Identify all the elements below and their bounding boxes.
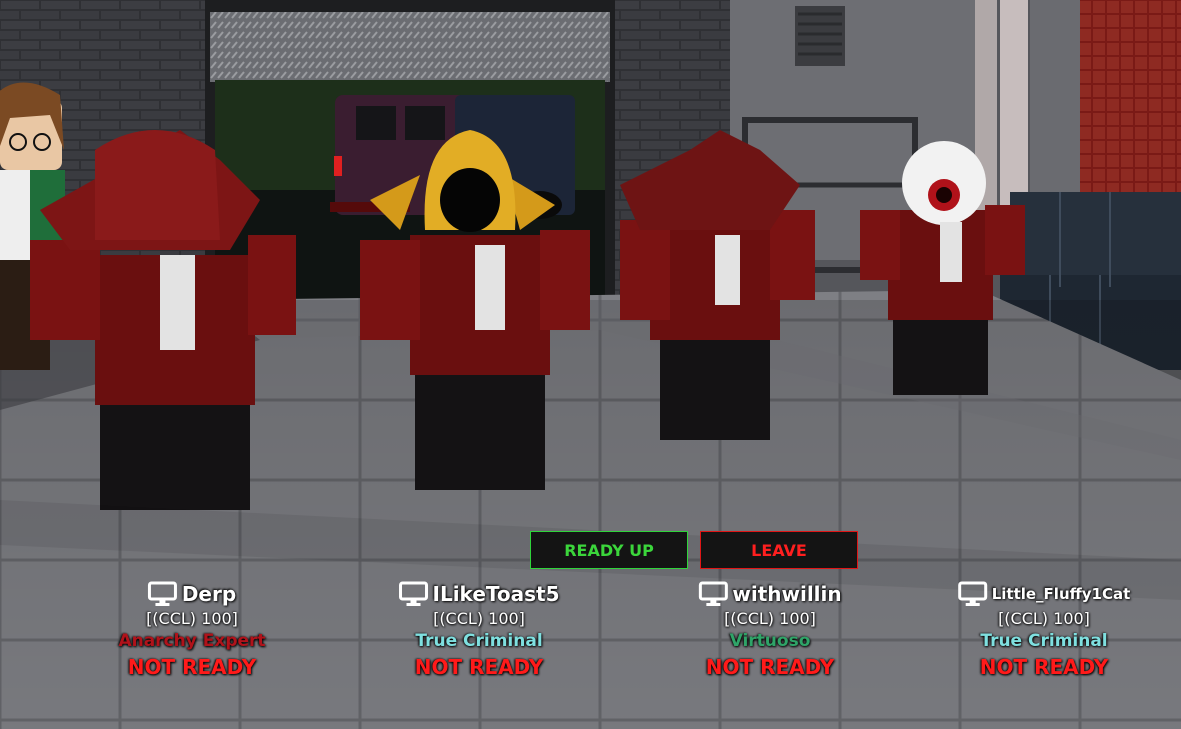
player-rank: True Criminal	[415, 631, 543, 651]
player-tag: [(CCL) 100]	[998, 609, 1090, 628]
player-name: Derp	[181, 582, 237, 606]
player-rank: Virtuoso	[729, 631, 811, 651]
player-tag: [(CCL) 100]	[724, 609, 816, 628]
desktop-computer-icon	[958, 581, 988, 606]
player-ready-status: NOT READY	[979, 655, 1109, 679]
player-card-derp: Derp [(CCL) 100] Anarchy Expert NOT READ…	[118, 580, 266, 679]
player-rank: Anarchy Expert	[118, 631, 266, 651]
player-card-iliketoast5: ILikeToast5 [(CCL) 100] True Criminal NO…	[399, 580, 560, 679]
player-tag: [(CCL) 100]	[433, 609, 525, 628]
player-card-little-fluffy1cat: Little_Fluffy1Cat [(CCL) 100] True Crimi…	[958, 580, 1131, 679]
player-card-withwillin: withwillin [(CCL) 100] Virtuoso NOT READ…	[698, 580, 842, 679]
player-ready-status: NOT READY	[414, 655, 544, 679]
player-tag: [(CCL) 100]	[146, 609, 238, 628]
desktop-computer-icon	[148, 581, 178, 606]
ready-up-button[interactable]: READY UP	[530, 531, 688, 569]
leave-button[interactable]: LEAVE	[700, 531, 858, 569]
desktop-computer-icon	[698, 581, 728, 606]
player-name: withwillin	[732, 582, 842, 606]
player-name: Little_Fluffy1Cat	[991, 585, 1131, 603]
player-rank: True Criminal	[980, 631, 1108, 651]
player-ready-status: NOT READY	[705, 655, 835, 679]
desktop-computer-icon	[399, 581, 429, 606]
player-name: ILikeToast5	[432, 582, 560, 606]
player-ready-status: NOT READY	[127, 655, 257, 679]
